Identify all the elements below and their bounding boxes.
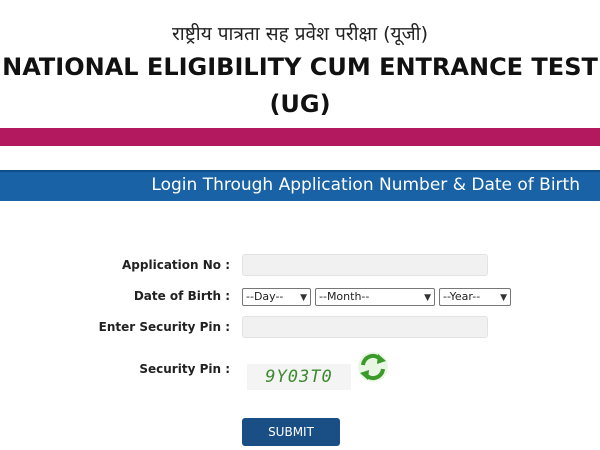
login-heading: Login Through Application Number & Date … [151,175,580,195]
application-no-label: Application No : [122,258,230,272]
chevron-down-icon: ▼ [424,293,431,303]
login-heading-bar: Login Through Application Number & Date … [0,170,600,201]
page-header: राष्ट्रीय पात्रता सह प्रवेश परीक्षा (यूज… [0,0,600,128]
spacer [0,146,600,170]
dob-year-value: --Year-- [443,290,481,303]
dob-day-value: --Day-- [246,290,284,303]
dob-year-select[interactable]: --Year-- ▼ [439,288,511,306]
security-pin-label: Security Pin : [139,362,230,376]
dob-month-select[interactable]: --Month-- ▼ [315,288,435,306]
application-no-input[interactable] [242,254,488,276]
accent-divider [0,128,600,146]
exam-title-line1: NATIONAL ELIGIBILITY CUM ENTRANCE TEST [2,53,598,81]
hindi-title: राष्ट्रीय पात्रता सह प्रवेश परीक्षा (यूज… [172,23,428,45]
dob-month-value: --Month-- [319,290,370,303]
refresh-icon[interactable] [356,350,390,384]
chevron-down-icon: ▼ [500,293,507,303]
security-pin-input[interactable] [242,316,488,338]
exam-title-line2: (UG) [269,90,331,118]
login-form: Application No : Date of Birth : --Day--… [0,199,600,450]
captcha-image: 9Y03T0 [247,364,351,390]
dob-label: Date of Birth : [133,289,230,303]
security-pin-input-label: Enter Security Pin : [98,320,230,334]
dob-day-select[interactable]: --Day-- ▼ [242,288,311,306]
submit-button[interactable]: SUBMIT [242,418,340,446]
chevron-down-icon: ▼ [300,293,307,303]
